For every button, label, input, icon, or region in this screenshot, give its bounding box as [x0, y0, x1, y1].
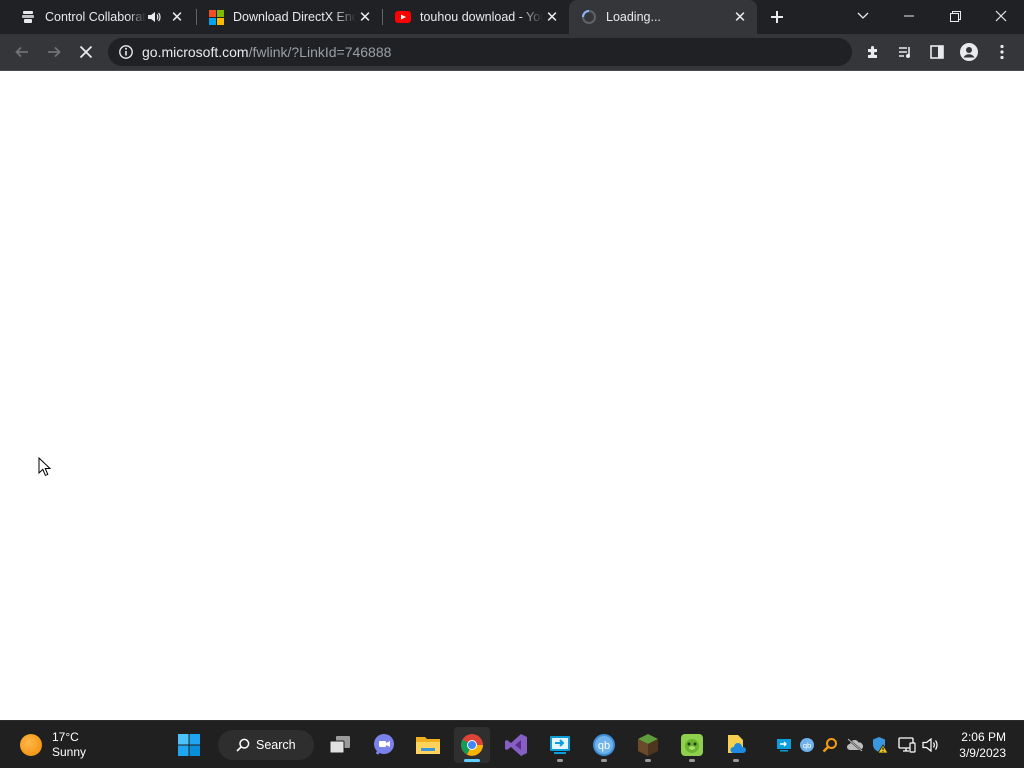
- restore-button[interactable]: [932, 0, 978, 32]
- close-window-button[interactable]: [978, 0, 1024, 32]
- running-indicator: [601, 759, 607, 762]
- back-button[interactable]: [9, 39, 35, 65]
- tray-search-icon[interactable]: [820, 735, 840, 755]
- security-warning-icon[interactable]: [870, 735, 890, 755]
- url-path: /fwlink/?LinkId=746888: [248, 44, 392, 60]
- tab-strip: Control Collaboration ✕ Download DirectX…: [0, 0, 1024, 34]
- parsec-icon: [20, 9, 36, 25]
- tab-touhou-youtube[interactable]: touhou download - YouTube ✕: [383, 0, 569, 34]
- menu-kebab-icon[interactable]: [989, 39, 1015, 65]
- visual-studio-icon[interactable]: [498, 727, 534, 763]
- running-indicator: [557, 759, 563, 762]
- mouse-cursor-icon: [38, 456, 52, 482]
- tab-title: Download DirectX End-User Runtime: [233, 10, 356, 24]
- weather-condition: Sunny: [52, 745, 87, 759]
- site-info-icon[interactable]: [118, 44, 134, 65]
- tab-download-directx[interactable]: Download DirectX End-User Runtime ✕: [196, 0, 382, 34]
- tab-title: Loading...: [606, 10, 661, 24]
- running-indicator: [464, 759, 480, 762]
- tray-remote-icon[interactable]: [774, 735, 794, 755]
- tab-loading[interactable]: Loading... ✕: [569, 0, 757, 34]
- close-tab-icon[interactable]: ✕: [731, 8, 749, 26]
- stop-loading-button[interactable]: [73, 39, 99, 65]
- running-indicator: [689, 759, 695, 762]
- tray-qbittorrent-icon[interactable]: qb: [797, 735, 817, 755]
- start-button[interactable]: [171, 727, 207, 763]
- url-host: go.microsoft.com: [142, 44, 249, 60]
- remote-app-icon[interactable]: [542, 727, 578, 763]
- extensions-puzzle-icon[interactable]: [860, 39, 886, 65]
- clock-date: 3/9/2023: [959, 746, 1006, 760]
- chrome-icon[interactable]: [454, 727, 490, 763]
- weather-widget[interactable]: 17°C Sunny: [20, 730, 86, 760]
- page-content-blank[interactable]: [0, 71, 1024, 720]
- network-icon[interactable]: [897, 735, 917, 755]
- task-view-icon[interactable]: [322, 727, 358, 763]
- tab-title: Control Collaboration: [45, 10, 146, 24]
- close-tab-icon[interactable]: ✕: [543, 8, 561, 26]
- minimize-button[interactable]: [886, 0, 932, 32]
- youtube-icon: [395, 9, 411, 25]
- file-explorer-icon[interactable]: [410, 727, 446, 763]
- profile-avatar-icon[interactable]: [956, 39, 982, 65]
- media-control-icon[interactable]: [892, 39, 918, 65]
- weather-temperature: 17°C: [52, 730, 79, 744]
- taskbar-search-button[interactable]: Search: [218, 730, 314, 760]
- search-label: Search: [256, 738, 296, 752]
- clock-time: 2:06 PM: [961, 730, 1006, 744]
- tab-control-collaboration[interactable]: Control Collaboration ✕: [8, 0, 194, 34]
- url-text[interactable]: go.microsoft.com/fwlink/?LinkId=746888: [142, 44, 391, 60]
- address-bar[interactable]: go.microsoft.com/fwlink/?LinkId=746888: [108, 38, 852, 66]
- side-panel-icon[interactable]: [924, 39, 950, 65]
- qbittorrent-icon[interactable]: qb: [586, 727, 622, 763]
- game-icon[interactable]: [674, 727, 710, 763]
- onedrive-offline-icon[interactable]: [845, 735, 865, 755]
- forward-button[interactable]: [41, 39, 67, 65]
- new-tab-button[interactable]: [766, 6, 788, 28]
- tab-title: touhou download - YouTube: [420, 10, 543, 24]
- search-icon: [236, 738, 250, 752]
- sunny-weather-icon: [20, 734, 42, 756]
- taskbar: 17°C Sunny Search qb qb 2:06 PM 3/9/2023: [0, 720, 1024, 768]
- audio-playing-icon[interactable]: [146, 9, 162, 25]
- svg-text:qb: qb: [598, 740, 610, 752]
- teams-chat-icon[interactable]: [366, 727, 402, 763]
- volume-icon[interactable]: [921, 735, 941, 755]
- close-tab-icon[interactable]: ✕: [356, 8, 374, 26]
- loading-spinner-icon: [581, 9, 597, 25]
- svg-text:qb: qb: [803, 741, 811, 750]
- close-tab-icon[interactable]: ✕: [168, 8, 186, 26]
- running-indicator: [733, 759, 739, 762]
- taskbar-clock[interactable]: 2:06 PM 3/9/2023: [959, 729, 1006, 761]
- minecraft-icon[interactable]: [630, 727, 666, 763]
- microsoft-icon: [208, 9, 224, 25]
- running-indicator: [645, 759, 651, 762]
- file-app-icon[interactable]: [718, 727, 754, 763]
- tab-search-chevron-icon[interactable]: [840, 0, 886, 32]
